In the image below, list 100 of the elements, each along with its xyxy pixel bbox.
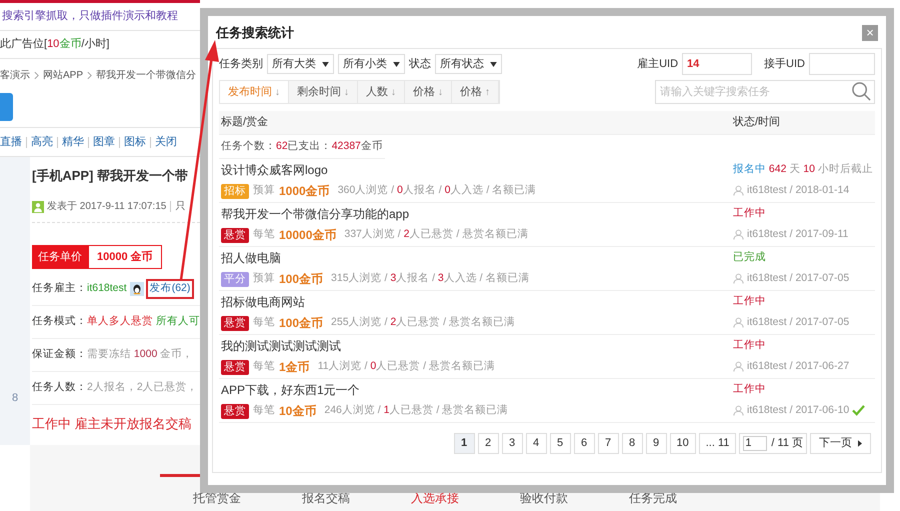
caret-icon (858, 440, 862, 447)
sort-tab[interactable]: 人数 ↓ (358, 81, 405, 103)
reward-amount: 10金币 (279, 403, 316, 420)
breadcrumb-link[interactable]: 网站APP (43, 68, 84, 82)
field-label: 任务雇主： (32, 281, 87, 296)
task-title-link[interactable]: 我的测试测试测试测试 (221, 337, 341, 355)
price-label: 预算 (253, 271, 275, 286)
toolbar-link[interactable]: 图章 (93, 134, 115, 150)
field-label: 保证金额： (32, 347, 87, 362)
select-dropdown[interactable]: 所有小类 (338, 54, 405, 74)
uid-field[interactable]: 14 (682, 53, 752, 75)
search-icon[interactable] (852, 82, 871, 101)
page-button[interactable]: 10 (670, 433, 696, 454)
page-button[interactable]: ... 11 (698, 433, 736, 454)
page-button[interactable]: 6 (574, 433, 594, 454)
publish-count-link[interactable]: 发布(62) (146, 279, 194, 299)
task-tag: 悬赏 (221, 404, 249, 418)
step-label: 验收付款 (520, 490, 568, 507)
breadcrumb-link[interactable]: 帮我开发一个带微信分 (96, 68, 196, 82)
task-stats: 337人浏览 / 2人已悬赏 / 悬赏名额已满 (344, 227, 528, 242)
ad-text: 此广告位[10金币/小时] (0, 36, 110, 52)
task-title-link[interactable]: 帮我开发一个带微信分享功能的app (221, 205, 410, 223)
people-text: 2人报名，2人已悬赏， (87, 380, 198, 396)
price-label: 预算 (253, 183, 275, 198)
reward-amount: 100金币 (279, 315, 324, 332)
caret-icon (393, 62, 400, 66)
task-title-link[interactable]: 设计博众威客网logo (221, 161, 328, 179)
caret-icon (490, 62, 497, 66)
posted-extra: 只 (175, 200, 186, 214)
toolbar-link[interactable]: 精华 (62, 134, 84, 150)
toolbar-link[interactable]: 关闭 (155, 134, 177, 150)
page-field[interactable]: 1 (743, 436, 768, 451)
task-title-link[interactable]: APP下载，好东西1元一个 (221, 381, 360, 399)
reward-amount: 1000金币 (279, 183, 330, 200)
page-button[interactable]: 4 (526, 433, 546, 454)
page-button[interactable]: 8 (622, 433, 642, 454)
page-button[interactable]: 9 (646, 433, 666, 454)
task-tag: 招标 (221, 184, 249, 198)
task-status: 工作中 (733, 338, 766, 354)
uid-field[interactable] (809, 53, 875, 75)
deposit-text: 需要冻结 1000 金币， (87, 347, 194, 362)
employer-link[interactable]: it618test (87, 281, 127, 297)
task-stats: 246人浏览 / 1人已悬赏 / 悬赏名额已满 (324, 403, 508, 418)
dialog-title: 任务搜索统计 (216, 24, 294, 42)
page-total: / 11 页 (771, 436, 803, 452)
summary-text: 任务个数：62已支出：42387金币 (219, 135, 385, 159)
page-button[interactable]: 2 (478, 433, 498, 454)
step-label: 托管赏金 (193, 490, 241, 507)
task-meta: it618test / 2017-06-27 (747, 359, 850, 374)
penguin-icon[interactable] (130, 282, 144, 296)
posted-time: 发表于 2017-9-11 17:07:15 (47, 200, 166, 214)
task-status: 工作中 (733, 206, 766, 222)
price-label: 每笔 (253, 227, 275, 242)
search-field[interactable]: 请输入关键字搜索任务 (655, 80, 875, 104)
notice-text: 搜索引擎抓取，只做插件演示和教程 (2, 8, 178, 24)
toolbar-link[interactable]: 高亮 (31, 134, 53, 150)
page-button[interactable]: 1 (454, 433, 474, 454)
toolbar-link[interactable]: 直播 (0, 134, 22, 150)
task-meta: it618test / 2017-07-05 (747, 271, 850, 286)
next-page-button[interactable]: 下一页 (810, 433, 871, 454)
page-button[interactable]: 5 (550, 433, 570, 454)
task-title-link[interactable]: 招标做电商网站 (221, 293, 305, 311)
user-icon (733, 273, 744, 284)
sort-tab[interactable]: 剩余时间 ↓ (289, 81, 358, 103)
chevron-icon (34, 70, 39, 80)
task-stats: 11人浏览 / 0人已悬赏 / 悬赏名额已满 (318, 359, 495, 374)
task-meta: it618test / 2017-06-10 (747, 403, 850, 418)
page-button[interactable]: 3 (502, 433, 522, 454)
field-label: 任务模式： (32, 314, 87, 330)
task-stats: 360人浏览 / 0人报名 / 0人入选 / 名额已满 (338, 183, 536, 198)
task-tag: 悬赏 (221, 228, 249, 242)
task-stats: 255人浏览 / 2人已悬赏 / 悬赏名额已满 (331, 315, 515, 330)
filter-label: 接手UID (764, 56, 805, 72)
price-label: 每笔 (253, 403, 275, 418)
task-status: 工作中 (733, 294, 766, 310)
sort-tab[interactable]: 价格 ↓ (405, 81, 452, 103)
step-label: 报名交稿 (302, 490, 350, 507)
reward-amount: 1金币 (279, 359, 310, 376)
column-header: 标题/赏金 (221, 115, 268, 130)
mode-extra: 所有人可 (156, 314, 200, 330)
sort-tab[interactable]: 价格 ↑ (452, 81, 499, 103)
task-meta: it618test / 2017-09-11 (747, 227, 848, 242)
page-button[interactable]: 7 (598, 433, 618, 454)
reward-amount: 100金币 (279, 271, 324, 288)
toolbar-link[interactable]: 图标 (124, 134, 146, 150)
breadcrumb-link[interactable]: 客演示 (0, 68, 30, 82)
task-title-link[interactable]: 招人做电脑 (221, 249, 281, 267)
user-icon (733, 229, 744, 240)
select-dropdown[interactable]: 所有状态 (435, 54, 502, 74)
field-label: 任务人数： (32, 380, 87, 396)
status-text: 工作中 雇主未开放报名交稿 (32, 415, 192, 433)
task-meta: it618test / 2017-07-05 (747, 315, 850, 330)
select-dropdown[interactable]: 所有大类 (267, 54, 334, 74)
task-tag: 悬赏 (221, 316, 249, 330)
column-header: 状态/时间 (733, 114, 782, 130)
filter-label: 状态 (409, 56, 431, 72)
reward-amount: 10000金币 (279, 227, 336, 244)
task-tag: 平分 (221, 272, 249, 286)
user-icon (733, 361, 744, 372)
task-tag: 悬赏 (221, 360, 249, 374)
